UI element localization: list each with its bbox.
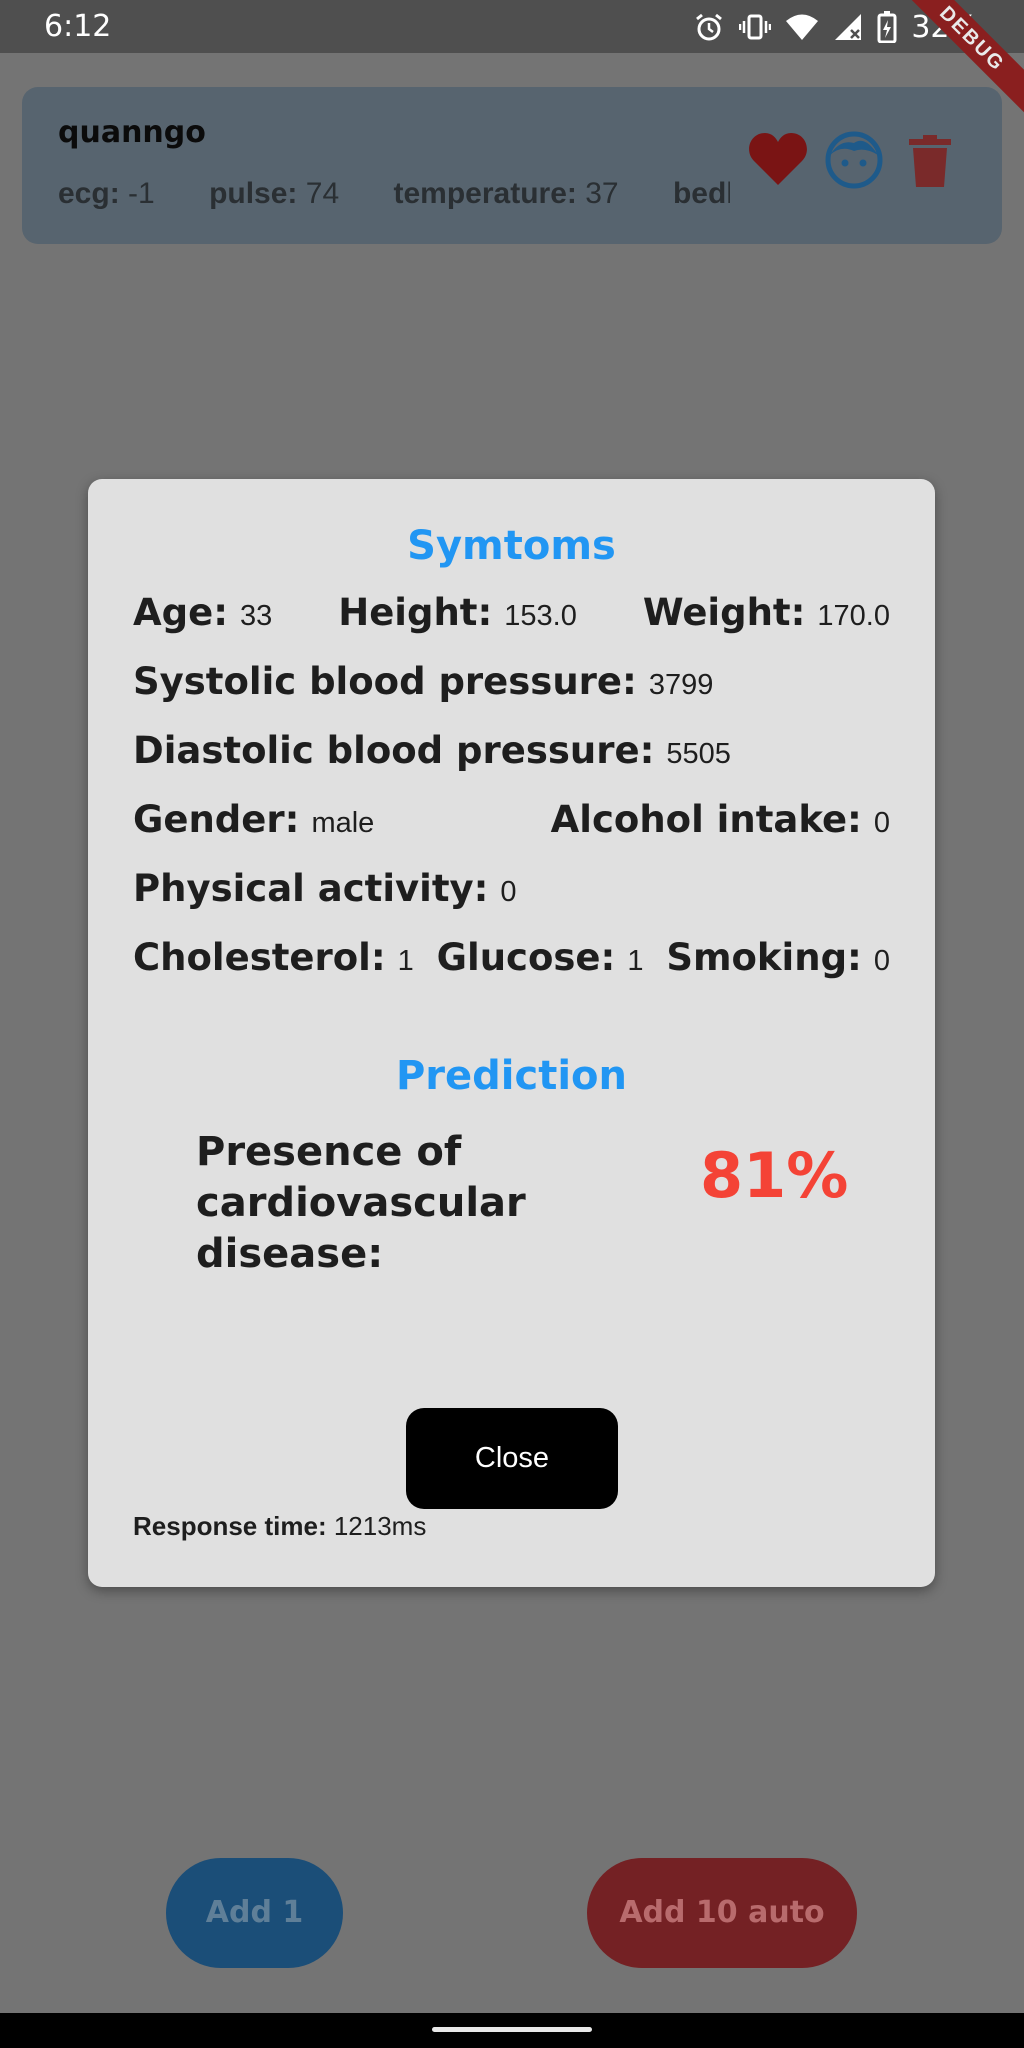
vitals-row: ecg: -1 pulse: 74 temperature: 37 bedloc <box>58 177 730 219</box>
add-ten-auto-button[interactable]: Add 10 auto <box>587 1858 857 1968</box>
field-age: Age: 33 <box>133 591 272 634</box>
field-value: 0 <box>873 945 890 977</box>
vital-value: 37 <box>585 177 619 210</box>
field-weight: Weight: 170.0 <box>643 591 890 634</box>
field-label: Age: <box>133 591 229 634</box>
field-label: Physical activity: <box>133 867 489 910</box>
vital-pulse: pulse: 74 <box>209 177 339 211</box>
status-time: 6:12 <box>44 9 112 44</box>
wifi-icon <box>786 14 819 40</box>
field-alcohol: Alcohol intake: 0 <box>551 798 890 841</box>
field-label: Glucose: <box>436 936 616 979</box>
field-glucose: Glucose: 1 <box>437 936 644 979</box>
field-value: 1 <box>627 945 644 977</box>
vital-bedloc: bedloc <box>673 177 730 211</box>
field-label: Diastolic blood pressure: <box>133 729 655 772</box>
prediction-label-line2: cardiovascular disease: <box>196 1180 526 1277</box>
field-smoking: Smoking: 0 <box>666 936 890 979</box>
trash-icon[interactable] <box>909 135 951 187</box>
field-label: Smoking: <box>666 936 862 979</box>
field-physical-activity: Physical activity: 0 <box>133 867 517 910</box>
vital-ecg: ecg: -1 <box>58 177 155 211</box>
add-one-button[interactable]: Add 1 <box>166 1858 343 1968</box>
vital-value: -1 <box>128 177 155 210</box>
row-gender-alcohol: Gender: male Alcohol intake: 0 <box>133 798 890 841</box>
patient-name: quanngo <box>58 115 206 150</box>
row-physical: Physical activity: 0 <box>133 867 890 910</box>
heart-icon[interactable] <box>748 131 808 187</box>
vital-temperature: temperature: 37 <box>393 177 618 211</box>
prediction-label-line1: Presence of <box>196 1129 462 1175</box>
field-value: 5505 <box>666 738 731 770</box>
signal-icon <box>835 14 862 40</box>
field-value: 0 <box>873 807 890 839</box>
vital-value: 74 <box>305 177 340 210</box>
prediction-label: Presence of cardiovascular disease: <box>196 1127 676 1280</box>
symptoms-title: Symtoms <box>407 523 616 569</box>
field-height: Height: 153.0 <box>338 591 577 634</box>
field-value: 1 <box>397 945 414 977</box>
vital-label: temperature: <box>393 177 577 210</box>
field-label: Systolic blood pressure: <box>133 660 637 703</box>
prediction-value: 81% <box>700 1139 849 1212</box>
face-icon[interactable] <box>825 131 883 189</box>
prediction-title: Prediction <box>395 1053 627 1099</box>
status-bar: 6:12 32% <box>0 0 1024 53</box>
field-label: Alcohol intake: <box>550 798 862 841</box>
response-time: Response time: 1213ms <box>133 1511 426 1542</box>
field-label: Weight: <box>642 591 806 634</box>
row-diastolic: Diastolic blood pressure: 5505 <box>133 729 890 772</box>
prediction-dialog: Symtoms Age: 33 Height: 153.0 Weight: 170.0… <box>88 479 935 1587</box>
vibrate-icon <box>739 14 772 40</box>
field-label: Height: <box>338 591 493 634</box>
field-value: 0 <box>500 876 517 908</box>
field-value: 3799 <box>648 669 714 701</box>
close-button[interactable]: Close <box>406 1408 618 1509</box>
field-value: 170.0 <box>817 600 890 632</box>
battery-icon <box>877 11 897 43</box>
vital-label: bedloc <box>672 177 730 210</box>
response-time-label: Response time: <box>133 1511 327 1541</box>
field-gender: Gender: male <box>133 798 374 841</box>
row-systolic: Systolic blood pressure: 3799 <box>133 660 890 703</box>
field-systolic: Systolic blood pressure: 3799 <box>133 660 713 703</box>
row-chol-gluc-smoke: Cholesterol: 1 Glucose: 1 Smoking: 0 <box>133 936 890 979</box>
home-handle[interactable] <box>432 2027 592 2032</box>
field-cholesterol: Cholesterol: 1 <box>133 936 414 979</box>
response-time-value: 1213ms <box>333 1511 427 1541</box>
vital-label: pulse: <box>209 177 298 210</box>
field-value: 153.0 <box>504 600 577 632</box>
nav-bar <box>0 2013 1024 2048</box>
patient-card[interactable]: quanngo ecg: -1 pulse: 74 temperature: 3… <box>22 87 1002 244</box>
field-value: 33 <box>240 600 273 632</box>
row-age-height-weight: Age: 33 Height: 153.0 Weight: 170.0 <box>133 591 890 634</box>
field-diastolic: Diastolic blood pressure: 5505 <box>133 729 731 772</box>
alarm-icon <box>696 13 723 41</box>
vital-label: ecg: <box>58 177 120 210</box>
field-label: Gender: <box>133 798 300 841</box>
field-value: male <box>311 807 375 839</box>
field-label: Cholesterol: <box>133 936 386 979</box>
